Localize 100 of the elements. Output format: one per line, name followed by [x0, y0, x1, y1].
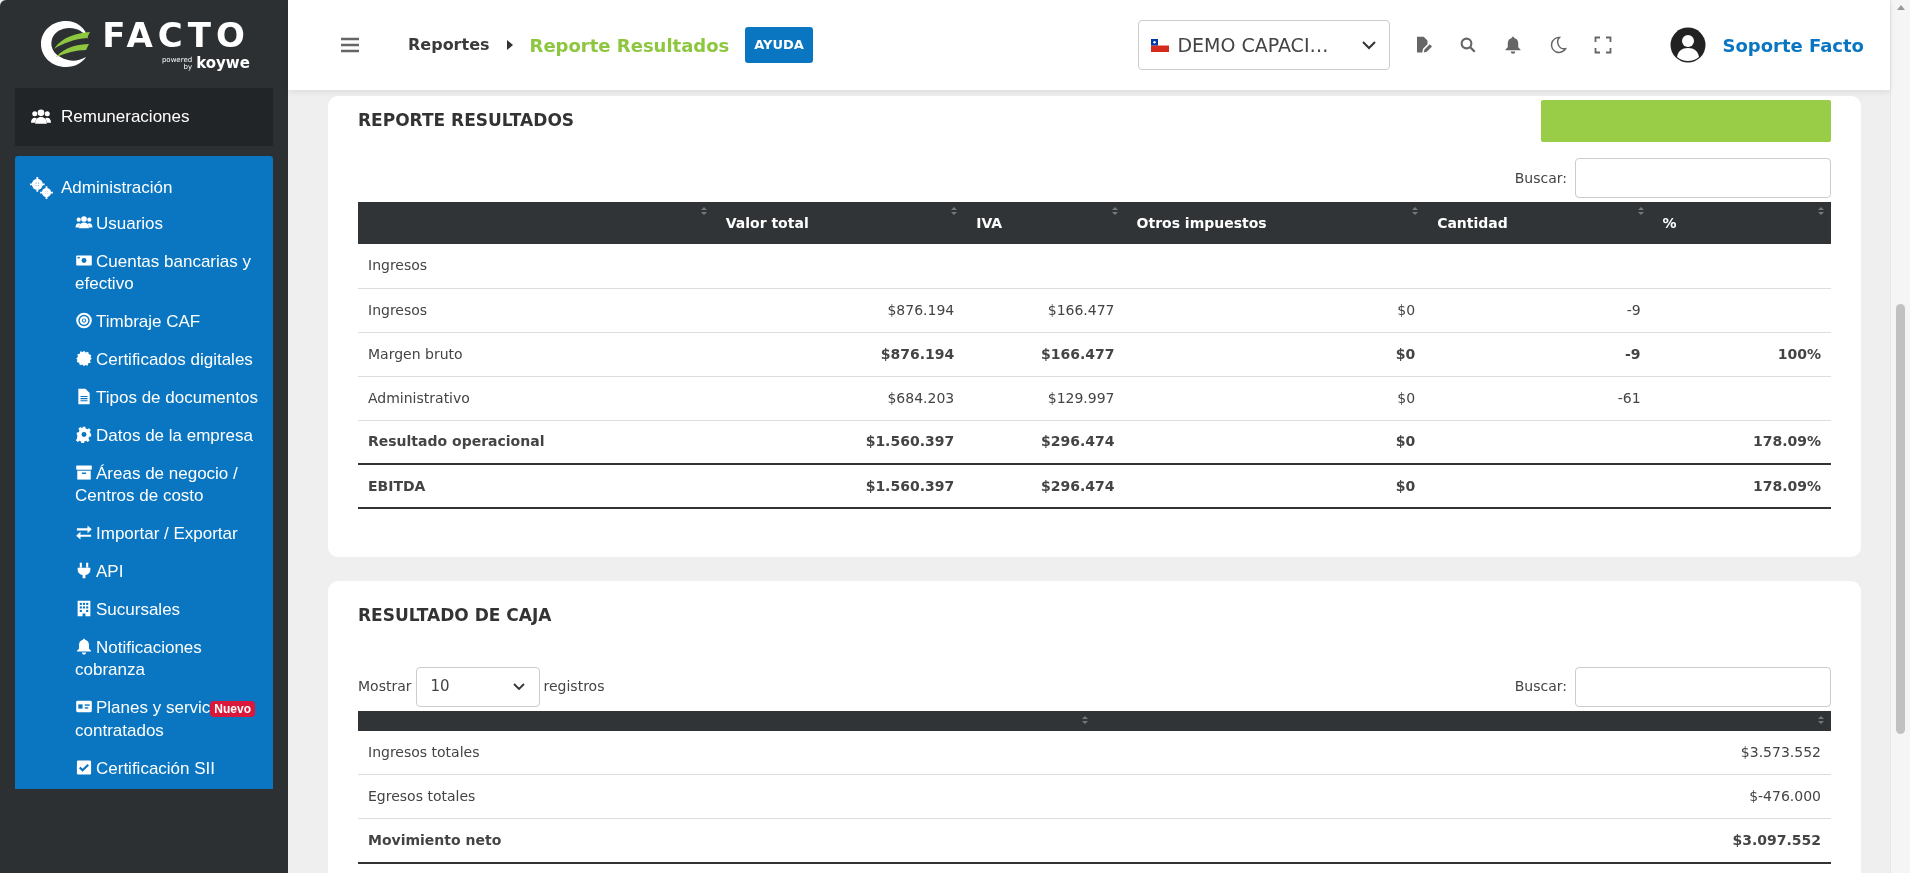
arrows-icon	[75, 524, 93, 541]
row-label: Resultado operacional	[358, 420, 714, 464]
menu-item[interactable]: Remuneraciones	[15, 88, 273, 146]
table-cell: $876.194	[713, 288, 965, 332]
table-cell: $0	[1124, 464, 1426, 508]
archive-icon	[75, 464, 93, 481]
menu-item-label: Administración	[61, 177, 173, 200]
users-icon	[29, 107, 53, 127]
row-label: Administrativo	[358, 376, 714, 420]
table-cell: 178.09%	[1650, 420, 1831, 464]
sort-icon[interactable]	[1817, 714, 1825, 725]
row-label: Ingresos	[358, 244, 714, 288]
row-label: Ingresos	[358, 288, 714, 332]
sort-icon[interactable]	[1080, 714, 1089, 725]
submenu-item[interactable]: Usuarios	[29, 206, 273, 244]
document-icon	[75, 388, 93, 405]
chevron-down-icon	[1361, 40, 1378, 50]
sort-icon[interactable]	[699, 206, 708, 216]
sort-icon[interactable]	[1411, 206, 1420, 216]
submenu-item[interactable]: Sucursales	[29, 592, 273, 630]
new-badge: Nuevo	[210, 701, 255, 717]
page-size-select[interactable]: 10	[415, 666, 540, 707]
search-field[interactable]	[1575, 158, 1831, 198]
column-header[interactable]: Otros impuestos	[1124, 202, 1426, 244]
column-header[interactable]: %	[1650, 202, 1831, 244]
table-cell: $-476.000	[1094, 774, 1831, 819]
card-title: RESULTADO DE CAJA	[358, 604, 553, 627]
row-label: Margen bruto	[358, 332, 714, 376]
card-icon	[75, 698, 93, 715]
submenu-item[interactable]: Notificaciones cobranza	[29, 630, 273, 690]
table-cell: $0	[1124, 376, 1426, 420]
sort-icon[interactable]	[1110, 206, 1119, 216]
breadcrumb-link[interactable]: Reportes	[408, 33, 490, 57]
submenu-item[interactable]: Planes y servic Nuevo contratados	[29, 690, 273, 751]
user-name-link[interactable]: Soporte Facto	[1722, 31, 1864, 59]
submenu-item[interactable]: API	[29, 554, 273, 592]
moon-icon[interactable]	[1549, 36, 1568, 54]
submenu-item[interactable]: Tipos de documentos	[29, 380, 273, 418]
search-field[interactable]	[1575, 666, 1831, 707]
search-label: Buscar:	[1514, 677, 1567, 696]
table-cell: $166.477	[964, 288, 1125, 332]
submenu-item[interactable]: Certificación SII	[29, 751, 273, 789]
scrollbar[interactable]	[1890, 0, 1910, 873]
table-cell: $1.560.397	[713, 420, 965, 464]
seal-icon	[75, 350, 93, 367]
table-cell: 178.09%	[1650, 464, 1831, 508]
submenu-item[interactable]: Certificados digitales	[29, 342, 273, 380]
submenu-item[interactable]: Cuentas bancarias y efectivo	[29, 244, 273, 304]
column-header[interactable]	[1094, 710, 1831, 731]
table-cell: $296.474	[964, 420, 1125, 464]
card-title: REPORTE RESULTADOS	[358, 109, 575, 133]
chevron-down-icon	[512, 682, 525, 691]
table-cell: -9	[1425, 288, 1651, 332]
gears-icon	[29, 177, 53, 199]
column-header[interactable]	[358, 710, 1095, 731]
logo-text: FACTO	[102, 17, 250, 52]
row-label: Movimiento neto	[358, 818, 1095, 863]
submenu-item[interactable]: Timbraje CAF	[29, 304, 273, 342]
records-label: registros	[543, 677, 605, 696]
bell-icon	[75, 638, 93, 655]
menu-icon[interactable]	[340, 36, 360, 54]
edit-document-icon[interactable]	[1414, 36, 1433, 54]
fullscreen-icon[interactable]	[1594, 36, 1613, 54]
help-button[interactable]: AYUDA	[745, 27, 813, 63]
sort-icon[interactable]	[1636, 206, 1645, 216]
table-cell: -61	[1425, 376, 1651, 420]
submenu-item[interactable]: Áreas de negocio / Centros de costo	[29, 456, 273, 516]
company-selector[interactable]: DEMO CAPACI…	[1138, 20, 1391, 70]
submenu-item[interactable]: Datos de la empresa	[29, 418, 273, 456]
table-cell: $296.474	[964, 464, 1125, 508]
row-label: EBITDA	[358, 464, 714, 508]
submenu-item[interactable]: Importar / Exportar	[29, 516, 273, 554]
search-icon[interactable]	[1459, 36, 1478, 54]
gear-icon	[75, 426, 93, 443]
column-header[interactable]: Valor total	[713, 202, 965, 244]
avatar-icon[interactable]	[1670, 27, 1707, 63]
show-label: Mostrar	[358, 677, 412, 696]
users-icon	[75, 214, 93, 231]
table-cell: 100%	[1650, 332, 1831, 376]
table-cell: $0	[1124, 420, 1426, 464]
table-cell: $0	[1124, 288, 1426, 332]
menu-item[interactable]: Administración	[29, 170, 273, 206]
row-label: Egresos totales	[358, 774, 1095, 819]
flag-icon	[1151, 38, 1170, 52]
table-cell: $684.203	[713, 376, 965, 420]
scrollbar-thumb[interactable]	[1896, 304, 1905, 734]
table-cell: -9	[1425, 332, 1651, 376]
bell-icon[interactable]	[1504, 36, 1523, 54]
building-icon	[75, 600, 93, 617]
menu-item-label: Remuneraciones	[61, 106, 190, 129]
sort-icon[interactable]	[1817, 206, 1825, 216]
sort-icon[interactable]	[950, 206, 959, 216]
target-icon	[75, 312, 93, 329]
plug-icon	[75, 562, 93, 579]
column-header[interactable]: Cantidad	[1425, 202, 1651, 244]
table-cell: $3.097.552	[1094, 818, 1831, 863]
table-cell: $3.573.552	[1094, 730, 1831, 775]
checkbox-icon	[75, 759, 93, 776]
column-header[interactable]: IVA	[964, 202, 1125, 244]
row-label: Ingresos totales	[358, 730, 1095, 775]
